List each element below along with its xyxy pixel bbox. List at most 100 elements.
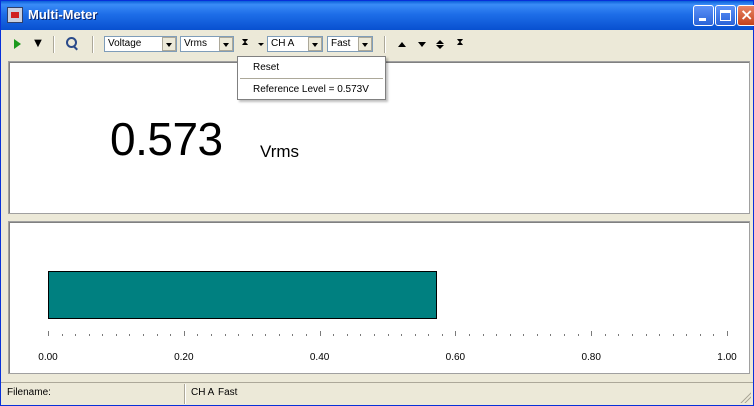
units-select-value: Vrms — [184, 38, 207, 49]
scale-minor-tick — [102, 334, 104, 336]
minimize-button[interactable] — [693, 5, 714, 26]
multimeter-window: Multi-Meter × ▼ Voltage Vrms ⧗ CH A Fast… — [0, 0, 754, 406]
scale-minor-tick — [713, 334, 715, 336]
toolbar-separator — [53, 36, 55, 53]
chevron-down-icon[interactable] — [162, 37, 176, 51]
scale-minor-tick — [360, 334, 362, 336]
arrow-up-icon[interactable] — [397, 36, 407, 52]
scale-major-tick — [319, 331, 321, 336]
status-divider — [184, 384, 186, 404]
toolbar-separator — [384, 36, 386, 53]
scale-minor-tick — [129, 334, 131, 336]
reference-level-icon[interactable]: ⧗ — [239, 35, 251, 51]
close-icon: × — [740, 5, 754, 24]
bargraph-panel: 0.00 0.20 0.40 0.60 0.80 1.00 — [8, 221, 750, 374]
scale-minor-tick — [251, 334, 253, 336]
maximize-button[interactable] — [715, 5, 736, 26]
maximize-icon — [720, 10, 731, 21]
status-speed: Fast — [218, 387, 238, 398]
scale-minor-tick — [496, 334, 498, 336]
toolbar-separator — [92, 36, 94, 53]
scale-minor-tick — [170, 334, 172, 336]
scale-minor-tick — [659, 334, 661, 336]
reference-dropdown-icon[interactable] — [257, 36, 265, 52]
scale-minor-tick — [672, 334, 674, 336]
arrow-down-icon[interactable] — [417, 36, 427, 52]
minimize-icon — [699, 18, 706, 21]
bargraph-scale: 0.00 0.20 0.40 0.60 0.80 1.00 — [9, 222, 751, 375]
scale-minor-tick — [523, 334, 525, 336]
scale-minor-tick — [564, 334, 566, 336]
chevron-down-icon[interactable] — [219, 37, 233, 51]
scale-minor-tick — [333, 334, 335, 336]
menu-item-reset[interactable]: Reset — [253, 62, 279, 73]
chevron-down-icon[interactable] — [358, 37, 372, 51]
up-down-icon[interactable] — [435, 36, 445, 52]
scale-minor-tick — [292, 334, 294, 336]
scale-minor-tick — [509, 334, 511, 336]
scale-minor-tick — [414, 334, 416, 336]
scale-label: 0.20 — [174, 352, 194, 363]
scale-minor-tick — [618, 334, 620, 336]
scale-minor-tick — [482, 334, 484, 336]
speed-select[interactable]: Fast — [327, 36, 373, 52]
scale-minor-tick — [197, 334, 199, 336]
scale-minor-tick — [468, 334, 470, 336]
menu-separator — [240, 78, 383, 79]
scale-minor-tick — [265, 334, 267, 336]
reference-menu: Reset Reference Level = 0.573V — [237, 56, 386, 100]
scale-minor-tick — [61, 334, 63, 336]
channel-select-value: CH A — [271, 38, 295, 49]
scale-minor-tick — [278, 334, 280, 336]
scale-minor-tick — [428, 334, 430, 336]
scale-major-tick — [591, 331, 593, 336]
scale-minor-tick — [210, 334, 212, 336]
fit-scale-icon[interactable]: ⧗ — [454, 35, 466, 51]
scale-minor-tick — [238, 334, 240, 336]
scale-minor-tick — [686, 334, 688, 336]
scale-label: 0.40 — [309, 352, 330, 363]
scale-major-tick — [183, 331, 185, 336]
scale-minor-tick — [631, 334, 633, 336]
reading-value: 0.573 — [110, 113, 223, 165]
scale-minor-tick — [156, 334, 158, 336]
close-button[interactable]: × — [737, 5, 754, 26]
scale-minor-tick — [699, 334, 701, 336]
scale-label: 1.00 — [717, 352, 737, 363]
window-title: Multi-Meter — [28, 7, 98, 22]
scale-label: 0.80 — [581, 352, 601, 363]
title-bar[interactable]: Multi-Meter × — [1, 1, 754, 30]
scale-minor-tick — [645, 334, 647, 336]
scale-minor-tick — [604, 334, 606, 336]
measure-select[interactable]: Voltage — [104, 36, 177, 52]
scale-minor-tick — [373, 334, 375, 336]
units-select[interactable]: Vrms — [180, 36, 234, 52]
status-bar: Filename: CH A Fast — [1, 382, 753, 405]
scale-minor-tick — [536, 334, 538, 336]
scale-major-tick — [48, 331, 49, 336]
resize-grip-icon[interactable] — [739, 391, 751, 403]
scale-minor-tick — [88, 334, 90, 336]
filename-label: Filename: — [7, 387, 51, 398]
scale-minor-tick — [577, 334, 579, 336]
status-channel: CH A — [191, 387, 215, 398]
chevron-down-icon[interactable] — [308, 37, 322, 51]
measure-select-value: Voltage — [108, 38, 142, 49]
menu-item-reference-level[interactable]: Reference Level = 0.573V — [253, 84, 369, 95]
scale-minor-tick — [387, 334, 389, 336]
scale-major-tick — [455, 331, 457, 336]
channel-select[interactable]: CH A — [267, 36, 323, 52]
down-to-bar-icon[interactable]: ▼ — [32, 36, 44, 52]
scale-label: 0.00 — [38, 352, 58, 363]
scale-minor-tick — [143, 334, 145, 336]
scale-major-tick — [727, 331, 728, 336]
reading-unit: Vrms — [260, 142, 300, 161]
zoom-icon[interactable] — [64, 36, 80, 52]
play-icon[interactable] — [12, 36, 22, 52]
scale-minor-tick — [550, 334, 552, 336]
scale-minor-tick — [75, 334, 77, 336]
speed-select-value: Fast — [331, 38, 351, 49]
scale-minor-tick — [346, 334, 348, 336]
scale-minor-tick — [115, 334, 117, 336]
scale-minor-tick — [224, 334, 226, 336]
